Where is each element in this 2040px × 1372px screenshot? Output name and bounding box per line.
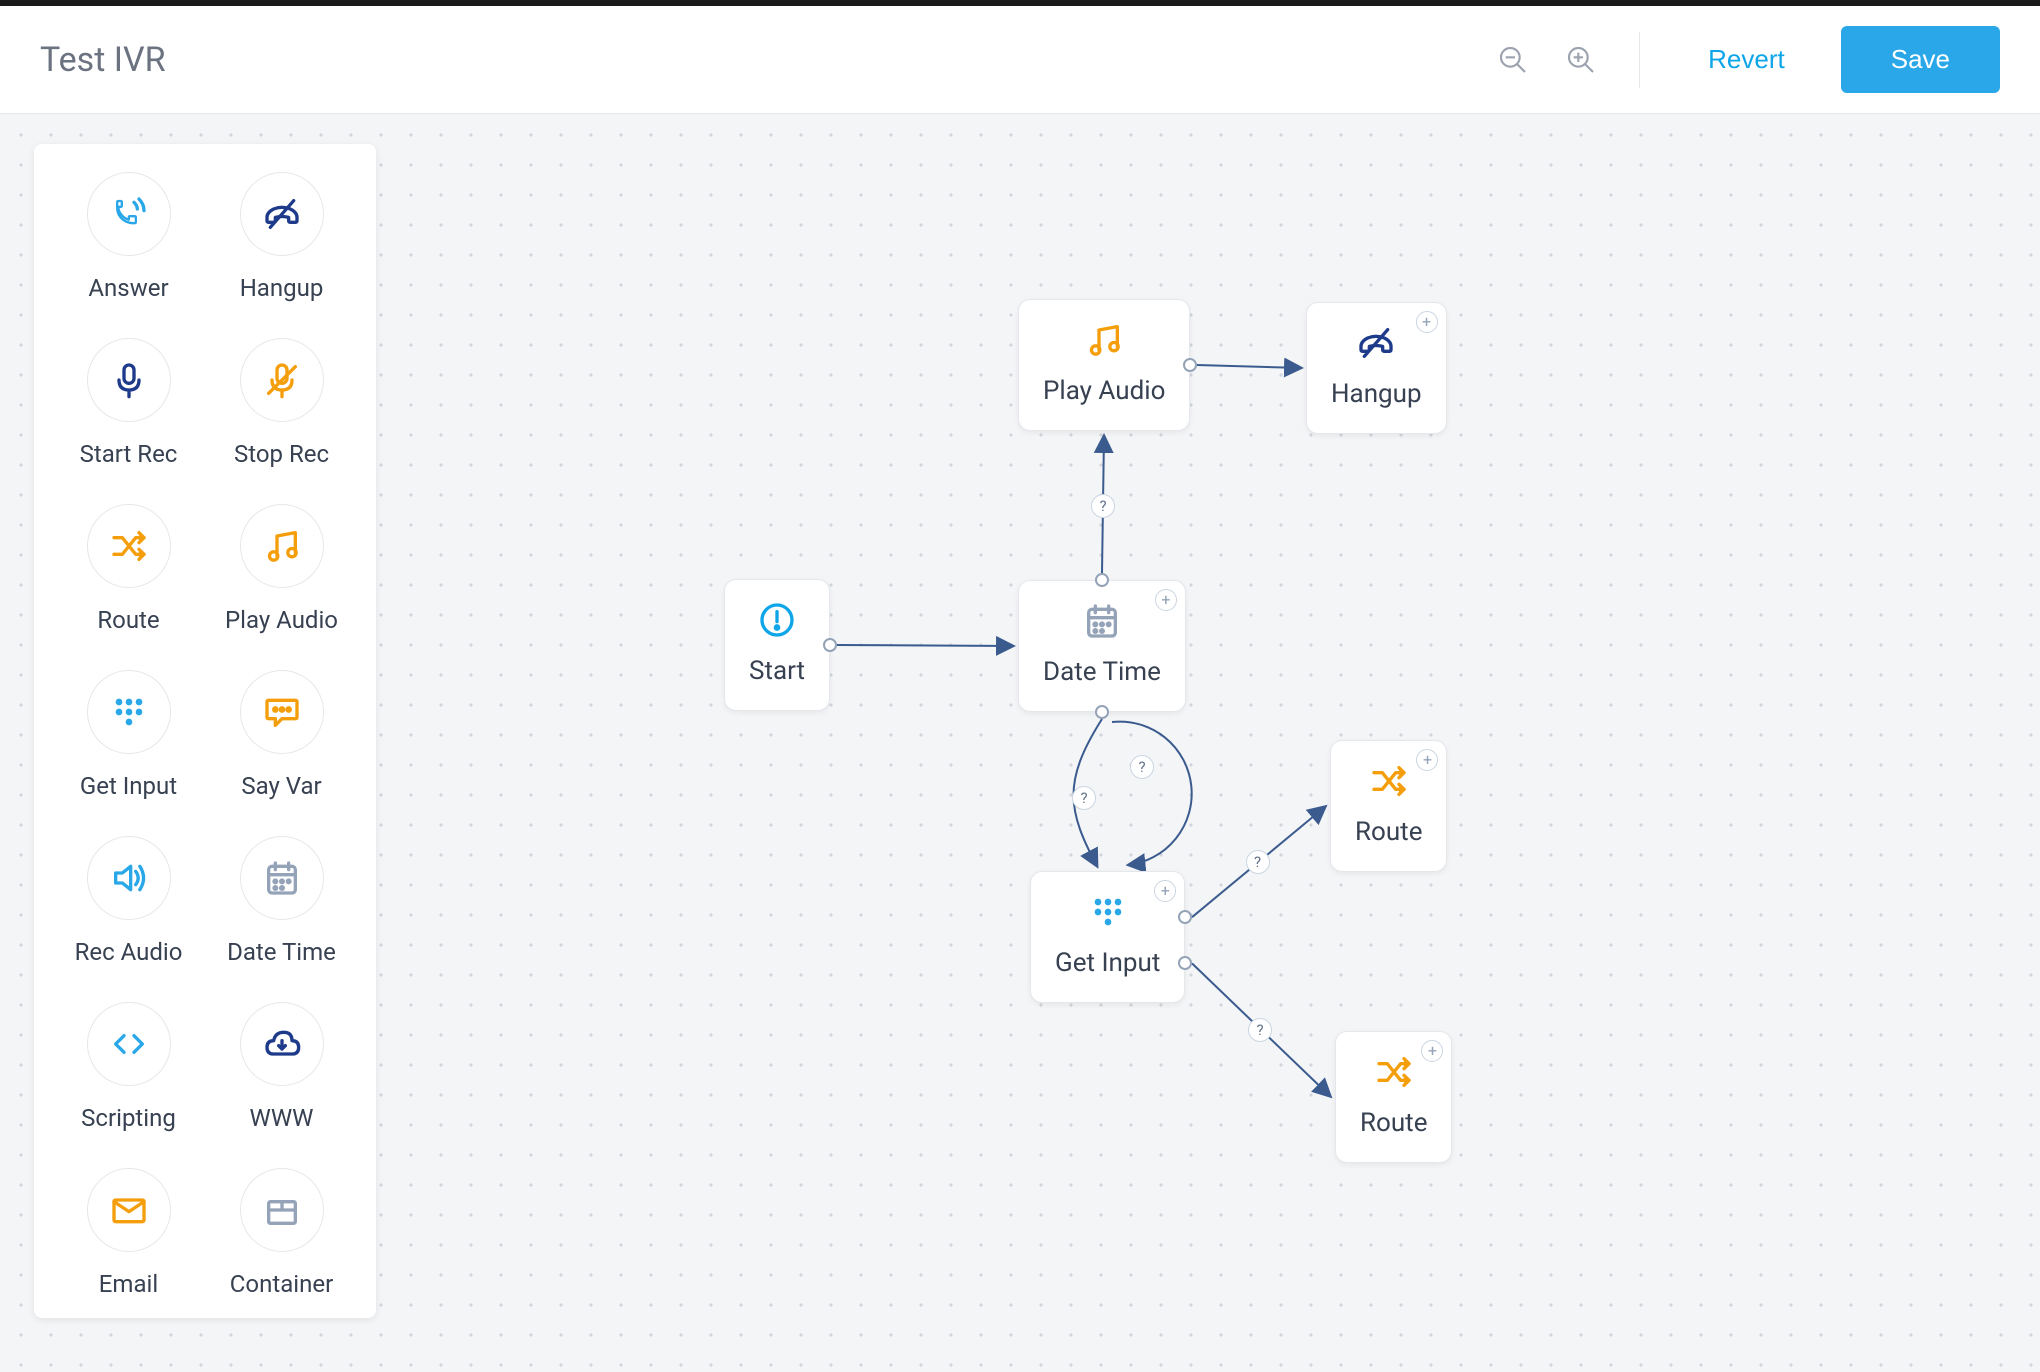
palette-label: Answer bbox=[88, 274, 168, 302]
add-port-icon[interactable]: + bbox=[1155, 589, 1177, 611]
header-divider bbox=[1639, 32, 1640, 88]
code-icon bbox=[87, 1002, 171, 1086]
connection-port[interactable] bbox=[823, 638, 837, 652]
edge-condition-badge[interactable]: ? bbox=[1072, 786, 1096, 810]
palette-label: Scripting bbox=[81, 1104, 176, 1132]
chat-icon bbox=[240, 670, 324, 754]
palette-item-www[interactable]: WWW bbox=[205, 1002, 358, 1132]
palette-item-sayvar[interactable]: Say Var bbox=[205, 670, 358, 800]
canvas-node-getinput[interactable]: + Get Input bbox=[1030, 871, 1185, 1003]
palette-item-stoprec[interactable]: Stop Rec bbox=[205, 338, 358, 468]
canvas-node-playaudio[interactable]: Play Audio bbox=[1018, 299, 1190, 431]
node-label: Route bbox=[1355, 817, 1422, 847]
node-label: Date Time bbox=[1043, 657, 1161, 687]
cloud-icon bbox=[240, 1002, 324, 1086]
node-palette: Answer Hangup Start Rec Stop Rec Route Play A… bbox=[34, 144, 376, 1318]
node-label: Hangup bbox=[1331, 379, 1422, 409]
node-label: Start bbox=[749, 656, 805, 686]
keypad-icon bbox=[87, 670, 171, 754]
music-icon bbox=[240, 504, 324, 588]
palette-label: Say Var bbox=[241, 772, 321, 800]
canvas-node-route1[interactable]: + Route bbox=[1330, 740, 1447, 872]
shuffle-icon bbox=[87, 504, 171, 588]
palette-label: Start Rec bbox=[80, 440, 178, 468]
add-port-icon[interactable]: + bbox=[1416, 749, 1438, 771]
shuffle-icon bbox=[1374, 1052, 1414, 1096]
connection-port[interactable] bbox=[1183, 358, 1197, 372]
calendar-icon bbox=[1082, 601, 1122, 645]
save-button[interactable]: Save bbox=[1841, 26, 2000, 93]
palette-label: Date Time bbox=[227, 938, 336, 966]
page-title: Test IVR bbox=[40, 40, 166, 80]
phone-wave-icon bbox=[87, 172, 171, 256]
palette-item-scripting[interactable]: Scripting bbox=[52, 1002, 205, 1132]
edge-condition-badge[interactable]: ? bbox=[1246, 850, 1270, 874]
canvas-node-datetime[interactable]: + Date Time bbox=[1018, 580, 1186, 712]
calendar-icon bbox=[240, 836, 324, 920]
add-port-icon[interactable]: + bbox=[1421, 1040, 1443, 1062]
edge-condition-badge[interactable]: ? bbox=[1130, 755, 1154, 779]
palette-label: WWW bbox=[250, 1104, 314, 1132]
edge-condition-badge[interactable]: ? bbox=[1248, 1018, 1272, 1042]
palette-item-startrec[interactable]: Start Rec bbox=[52, 338, 205, 468]
palette-item-recaudio[interactable]: Rec Audio bbox=[52, 836, 205, 966]
palette-label: Get Input bbox=[80, 772, 177, 800]
connection-port[interactable] bbox=[1095, 705, 1109, 719]
connection-port[interactable] bbox=[1178, 956, 1192, 970]
palette-item-answer[interactable]: Answer bbox=[52, 172, 205, 302]
revert-button[interactable]: Revert bbox=[1676, 28, 1817, 91]
canvas-node-hangup[interactable]: + Hangup bbox=[1306, 302, 1447, 434]
palette-item-email[interactable]: Email bbox=[52, 1168, 205, 1298]
keypad-icon bbox=[1088, 892, 1128, 936]
editor-header: Test IVR Revert Save bbox=[0, 6, 2040, 114]
palette-label: Rec Audio bbox=[75, 938, 183, 966]
zoom-in-icon bbox=[1565, 44, 1597, 76]
palette-item-hangup[interactable]: Hangup bbox=[205, 172, 358, 302]
palette-label: Play Audio bbox=[225, 606, 338, 634]
palette-label: Route bbox=[97, 606, 159, 634]
envelope-icon bbox=[87, 1168, 171, 1252]
add-port-icon[interactable]: + bbox=[1416, 311, 1438, 333]
node-label: Get Input bbox=[1055, 948, 1160, 978]
speaker-icon bbox=[87, 836, 171, 920]
music-icon bbox=[1084, 320, 1124, 364]
palette-item-playaudio[interactable]: Play Audio bbox=[205, 504, 358, 634]
phone-hangup-icon bbox=[240, 172, 324, 256]
mic-slash-icon bbox=[240, 338, 324, 422]
palette-label: Hangup bbox=[240, 274, 324, 302]
palette-item-getinput[interactable]: Get Input bbox=[52, 670, 205, 800]
workspace[interactable]: Answer Hangup Start Rec Stop Rec Route Play A… bbox=[0, 114, 2040, 1372]
zoom-out-button[interactable] bbox=[1491, 38, 1535, 82]
shuffle-icon bbox=[1369, 761, 1409, 805]
mic-icon bbox=[87, 338, 171, 422]
palette-label: Stop Rec bbox=[234, 440, 329, 468]
box-icon bbox=[240, 1168, 324, 1252]
header-actions: Revert Save bbox=[1491, 26, 2000, 93]
start-icon bbox=[757, 600, 797, 644]
edge-condition-badge[interactable]: ? bbox=[1091, 494, 1115, 518]
connection-port[interactable] bbox=[1095, 573, 1109, 587]
phone-hangup-icon bbox=[1356, 323, 1396, 367]
zoom-in-button[interactable] bbox=[1559, 38, 1603, 82]
node-label: Route bbox=[1360, 1108, 1427, 1138]
canvas-node-start[interactable]: Start bbox=[724, 579, 830, 711]
palette-item-datetime[interactable]: Date Time bbox=[205, 836, 358, 966]
zoom-out-icon bbox=[1497, 44, 1529, 76]
palette-item-container[interactable]: Container bbox=[205, 1168, 358, 1298]
canvas-node-route2[interactable]: + Route bbox=[1335, 1031, 1452, 1163]
node-label: Play Audio bbox=[1043, 376, 1165, 406]
connection-port[interactable] bbox=[1178, 910, 1192, 924]
palette-label: Container bbox=[230, 1270, 333, 1298]
add-port-icon[interactable]: + bbox=[1154, 880, 1176, 902]
palette-item-route[interactable]: Route bbox=[52, 504, 205, 634]
palette-label: Email bbox=[99, 1270, 158, 1298]
